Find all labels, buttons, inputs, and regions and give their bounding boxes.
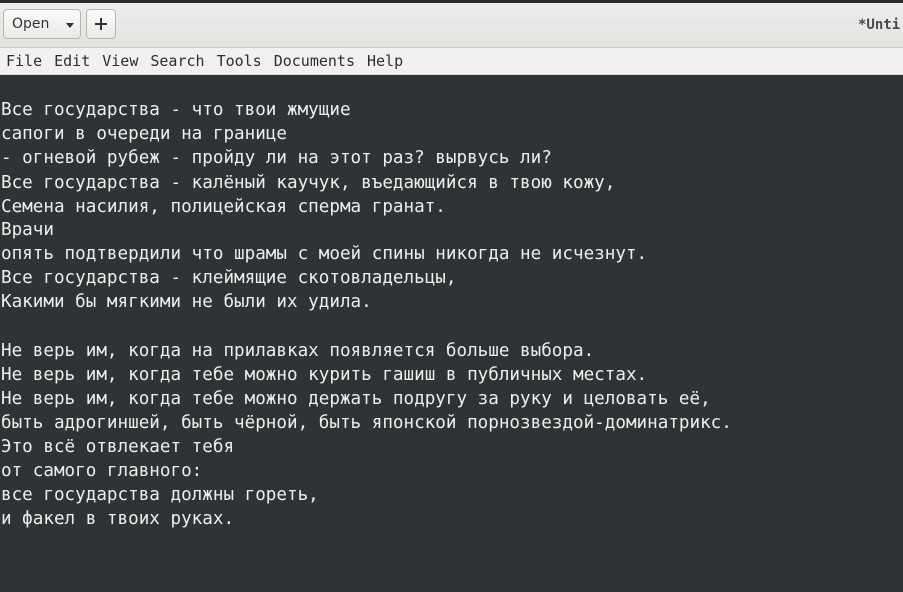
editor-line: Какими бы мягкими не были их удила. [1, 292, 372, 312]
editor-line: сапоги в очереди на границе [1, 124, 287, 144]
text-editor-area[interactable]: Все государства - что твои жмущие сапоги… [0, 75, 903, 592]
editor-line: Не верь им, когда тебе можно курить гаши… [1, 365, 648, 385]
open-button-label: Open [12, 16, 50, 32]
editor-line: Не верь им, когда тебе можно держать под… [1, 389, 711, 409]
editor-line: - огневой рубеж - пройду ли на этот раз?… [1, 148, 552, 168]
menu-bar: File Edit View Search Tools Documents He… [0, 48, 903, 75]
menu-search[interactable]: Search [144, 48, 210, 75]
open-button[interactable]: Open [3, 9, 81, 39]
editor-line: все государства должны гореть, [1, 485, 319, 505]
menu-view[interactable]: View [96, 48, 144, 75]
editor-line: Не верь им, когда на прилавках появляетс… [1, 341, 595, 361]
plus-icon [95, 18, 107, 30]
editor-line: и факел в твоих руках. [1, 509, 235, 529]
editor-line: Это всё отвлекает тебя [1, 437, 235, 457]
menu-help[interactable]: Help [361, 48, 409, 75]
chevron-down-icon [66, 22, 74, 28]
editor-line: Все государства - клеймящие скотовладель… [1, 268, 457, 288]
document-title: *Unti [858, 17, 901, 33]
menu-edit[interactable]: Edit [48, 48, 96, 75]
editor-line: Все государства - что твои жмущие [1, 100, 351, 120]
gedit-window: Open *Unti File Edit View Search Tools D… [0, 0, 903, 592]
menu-documents[interactable]: Documents [268, 48, 361, 75]
header-bar: Open *Unti [0, 3, 903, 48]
menu-tools[interactable]: Tools [211, 48, 268, 75]
editor-line: Все государства - калёный каучук, въедаю… [1, 173, 616, 193]
menu-file[interactable]: File [0, 48, 48, 75]
editor-line: быть адрогиншей, быть чёрной, быть японс… [1, 413, 732, 433]
editor-line: Семена насилия, полицейская сперма грана… [1, 197, 446, 217]
editor-line: опять подтвердили что шрамы с моей спины… [1, 244, 648, 264]
editor-line: от самого главного: [1, 461, 203, 481]
editor-line: Врачи [1, 220, 54, 240]
new-tab-button[interactable] [86, 9, 116, 39]
